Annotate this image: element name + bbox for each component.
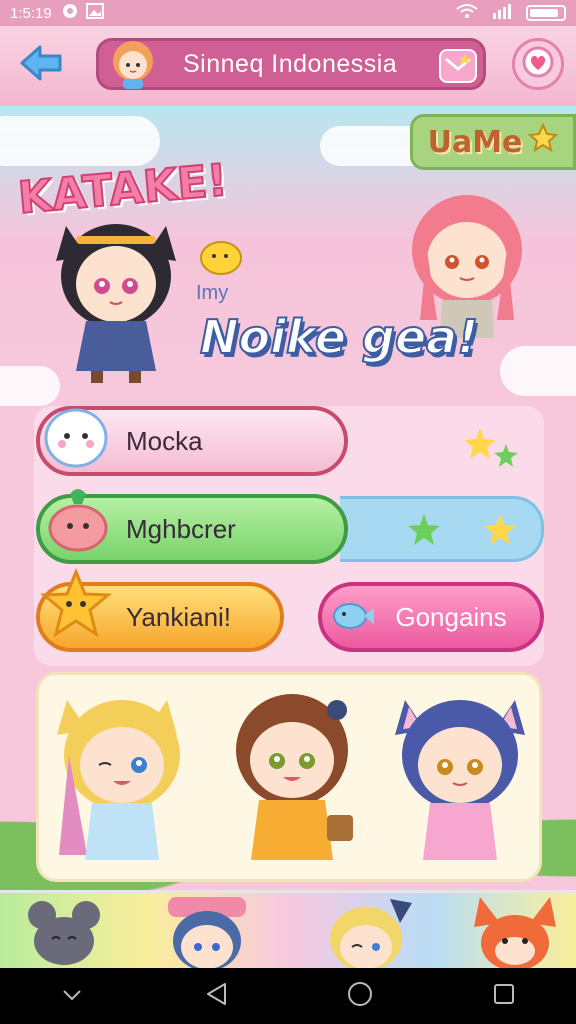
black-hair-cat-girl-character <box>46 206 186 390</box>
tagline-small: Imy <box>196 282 229 304</box>
menu-button-label: Yankiani! <box>126 601 232 632</box>
menu-button-label: Gongains <box>395 601 507 632</box>
battery-icon <box>526 5 566 21</box>
title-bar: Sinneq Indonessia <box>96 38 486 90</box>
blonde-girl-character[interactable] <box>47 685 197 879</box>
brown-hair-girl-character[interactable] <box>217 675 367 879</box>
settings-button[interactable] <box>512 38 564 90</box>
gray-mouse-character[interactable] <box>24 897 104 971</box>
tagline-big: Noike gea! <box>199 309 479 365</box>
blue-hair-cat-girl-character[interactable] <box>385 685 535 879</box>
star-icon <box>528 122 559 161</box>
signal-icon <box>492 3 512 23</box>
back-button[interactable] <box>18 42 64 88</box>
recent-square-icon <box>493 983 515 1009</box>
image-notification-icon <box>85 3 104 23</box>
star-decoration-icon <box>404 510 524 560</box>
nav-hide-button[interactable] <box>42 968 102 1024</box>
bottom-character-strip <box>0 890 576 971</box>
game-badge-label: UaMe <box>427 124 523 160</box>
wifi-icon <box>456 3 478 23</box>
cloud <box>500 346 576 396</box>
star-mascot-icon <box>40 568 112 644</box>
cloud <box>0 116 160 166</box>
nav-recent-button[interactable] <box>474 968 534 1024</box>
system-nav-bar <box>0 968 576 1024</box>
menu-button-label: Mghbcrer <box>126 513 236 544</box>
mail-heart-icon[interactable] <box>439 49 477 83</box>
character-roster <box>36 672 542 882</box>
nav-back-button[interactable] <box>186 968 246 1024</box>
star-decoration-icon <box>462 424 522 478</box>
arrow-left-icon <box>18 43 64 87</box>
chevron-down-icon <box>62 987 82 1006</box>
status-bar: 1:5:19 <box>0 0 576 26</box>
menu-button-label: Mocka <box>126 425 203 456</box>
blonde-girl-character[interactable] <box>320 893 416 975</box>
top-bar: Sinneq Indonessia <box>0 26 576 106</box>
avatar[interactable] <box>103 31 163 91</box>
orange-fox-character[interactable] <box>470 893 560 975</box>
gear-heart-icon <box>520 44 556 84</box>
back-triangle-icon <box>205 982 227 1010</box>
fish-mascot-icon <box>330 594 376 638</box>
home-circle-icon <box>347 981 373 1011</box>
yellow-chick-character <box>196 232 246 282</box>
game-badge[interactable]: UaMe <box>410 114 576 170</box>
radish-mascot-icon <box>40 484 116 564</box>
page-title: Sinneq Indonessia <box>183 49 398 78</box>
status-time: 1:5:19 <box>10 4 52 22</box>
ghost-mascot-icon <box>36 394 116 478</box>
circle-notification-icon <box>62 3 78 23</box>
nav-home-button[interactable] <box>330 968 390 1024</box>
striped-hat-girl-character[interactable] <box>162 893 252 975</box>
